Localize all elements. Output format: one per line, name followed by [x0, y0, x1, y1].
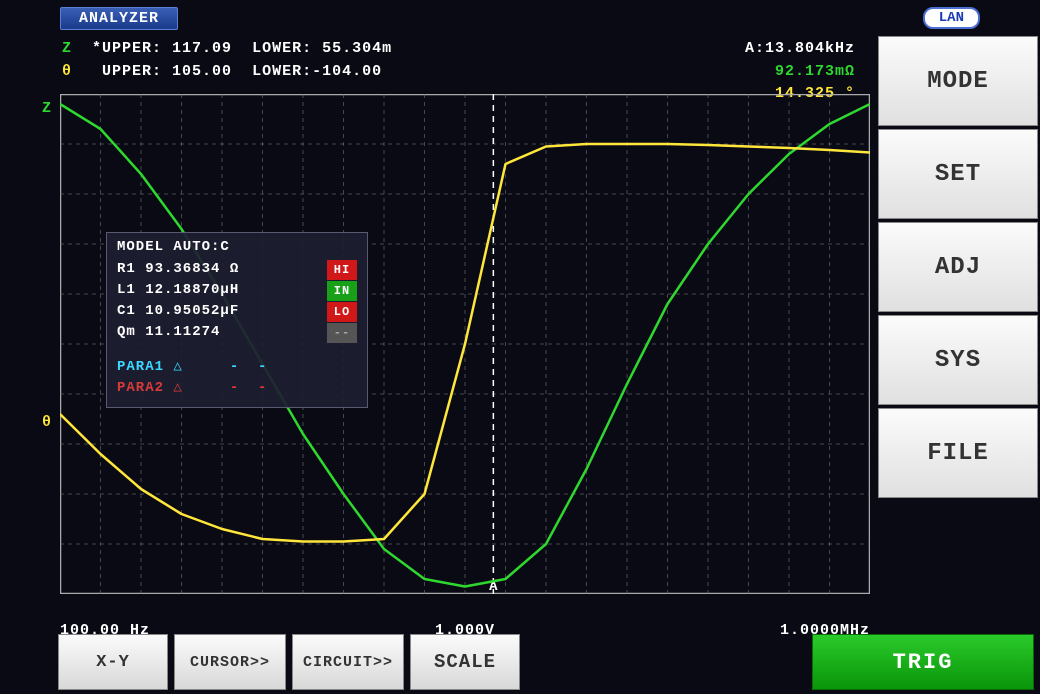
model-value: R1 93.36834 Ω — [117, 259, 239, 280]
cursor-a-freq: A:13.804kHz — [745, 38, 855, 61]
model-row-qm: Qm 11.11274 -- — [117, 322, 357, 343]
xy-button[interactable]: X-Y — [58, 634, 168, 690]
cursor-button[interactable]: CURSOR>> — [174, 634, 286, 690]
model-row-c1: C1 10.95052µF LO — [117, 301, 357, 322]
cursor-a-z: 92.173mΩ — [745, 61, 855, 84]
model-title: MODEL AUTO:C — [117, 239, 357, 255]
model-value: Qm 11.11274 — [117, 322, 220, 343]
theta-axis-name: θ — [62, 63, 72, 80]
params-header: Z *UPPER: 117.09 LOWER: 55.304m θ UPPER:… — [62, 38, 392, 83]
model-value: C1 10.95052µF — [117, 301, 239, 322]
para1: PARA1 △ - - — [117, 357, 357, 378]
trig-button[interactable]: TRIG — [812, 634, 1034, 690]
set-softkey[interactable]: SET — [878, 129, 1038, 219]
sys-softkey[interactable]: SYS — [878, 315, 1038, 405]
status-hi: HI — [327, 260, 357, 280]
y-axis-z-label: Z — [42, 100, 51, 117]
status-lo: LO — [327, 302, 357, 322]
scale-button[interactable]: SCALE — [410, 634, 520, 690]
para2: PARA2 △ - - — [117, 378, 357, 399]
file-softkey[interactable]: FILE — [878, 408, 1038, 498]
model-row-r1: R1 93.36834 Ω HI — [117, 259, 357, 280]
conn-badge: LAN — [923, 7, 980, 29]
model-row-l1: L1 12.18870µH IN — [117, 280, 357, 301]
mode-softkey[interactable]: MODE — [878, 36, 1038, 126]
model-value: L1 12.18870µH — [117, 280, 239, 301]
status-dash: -- — [327, 323, 357, 343]
model-panel: MODEL AUTO:C R1 93.36834 ΩHIL1 12.18870µ… — [106, 232, 368, 408]
circuit-button[interactable]: CIRCUIT>> — [292, 634, 404, 690]
chart[interactable]: Z θ A 100.00 Hz 1.000V 1.0000MHz MODEL A… — [60, 94, 870, 594]
status-in: IN — [327, 281, 357, 301]
y-axis-theta-label: θ — [42, 414, 51, 431]
app-title: ANALYZER — [60, 7, 178, 30]
adj-softkey[interactable]: ADJ — [878, 222, 1038, 312]
z-axis-name: Z — [62, 40, 72, 57]
